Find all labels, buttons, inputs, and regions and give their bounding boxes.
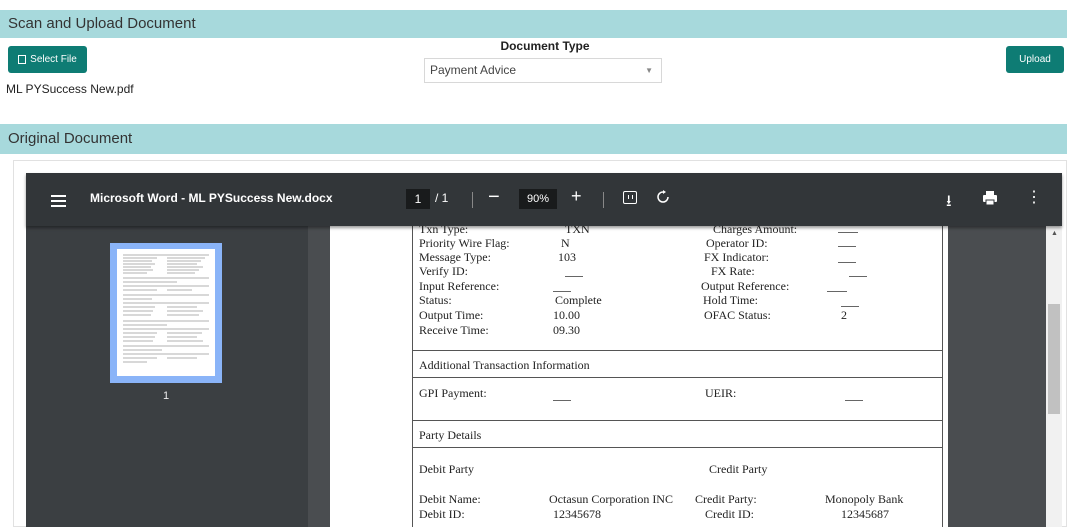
credit-id-label: Credit ID: — [705, 507, 754, 521]
priority-wire-flag-value: N — [561, 236, 570, 250]
upload-label: Upload — [1019, 54, 1051, 65]
input-reference-blank — [553, 291, 571, 292]
zoom-level-input[interactable]: 90% — [519, 189, 557, 209]
output-reference-blank — [827, 291, 847, 292]
party-details-header: Party Details — [419, 428, 482, 442]
viewer-scrollbar[interactable]: ▲ — [1046, 226, 1062, 527]
toolbar-divider — [603, 192, 604, 208]
document-type-select[interactable]: Payment Advice ▼ — [424, 58, 662, 83]
verify-id-label: Verify ID: — [419, 264, 468, 278]
gpi-payment-label: GPI Payment: — [419, 386, 487, 400]
upload-button[interactable]: Upload — [1006, 46, 1064, 73]
credit-party-field-label: Credit Party: — [695, 492, 757, 506]
zoom-in-icon[interactable]: + — [571, 186, 582, 207]
debit-party-header: Debit Party — [419, 462, 474, 476]
status-value: Complete — [555, 293, 602, 307]
receive-time-label: Receive Time: — [419, 323, 489, 337]
receive-time-value: 09.30 — [553, 323, 580, 337]
charges-amount-blank — [838, 232, 858, 233]
fx-rate-label: FX Rate: — [711, 264, 755, 278]
table-divider — [413, 420, 942, 421]
thumbnail-preview — [117, 249, 215, 376]
operator-id-label: Operator ID: — [706, 236, 768, 250]
page-thumbnail[interactable] — [110, 243, 222, 383]
hold-time-blank — [841, 306, 859, 307]
table-divider — [413, 350, 942, 351]
print-icon[interactable] — [982, 190, 998, 206]
fx-indicator-label: FX Indicator: — [704, 250, 769, 264]
thumbnail-sidebar: 1 — [26, 226, 308, 527]
debit-id-label: Debit ID: — [419, 507, 465, 521]
gpi-payment-blank — [553, 400, 571, 401]
credit-party-field-value: Monopoly Bank — [825, 492, 904, 506]
toolbar-divider — [472, 192, 473, 208]
output-time-value: 10.00 — [553, 308, 580, 322]
input-reference-label: Input Reference: — [419, 279, 500, 293]
page-number-input[interactable]: 1 — [406, 189, 430, 209]
select-file-button[interactable]: Select File — [8, 46, 87, 73]
table-divider — [413, 377, 942, 378]
hold-time-label: Hold Time: — [703, 293, 759, 307]
credit-id-value: 12345687 — [841, 507, 889, 521]
section-header-scan-upload: Scan and Upload Document — [0, 10, 1067, 38]
debit-name-value: Octasun Corporation INC — [549, 492, 673, 506]
message-type-value: 103 — [558, 250, 576, 264]
thumbnail-page-label: 1 — [162, 390, 170, 402]
ueir-blank — [845, 400, 863, 401]
ueir-label: UEIR: — [705, 386, 737, 400]
ofac-status-value: 2 — [841, 308, 847, 322]
ofac-status-label: OFAC Status: — [704, 308, 771, 322]
select-file-label: Select File — [30, 54, 77, 65]
selected-file-name: ML PYSuccess New.pdf — [6, 82, 134, 96]
fx-indicator-blank — [838, 262, 856, 263]
verify-id-blank — [565, 276, 583, 277]
output-reference-label: Output Reference: — [701, 279, 790, 293]
additional-transaction-header: Additional Transaction Information — [419, 358, 590, 372]
credit-party-header: Credit Party — [709, 462, 768, 476]
menu-icon[interactable] — [51, 195, 66, 207]
status-label: Status: — [419, 293, 452, 307]
scroll-up-icon[interactable]: ▲ — [1051, 230, 1058, 237]
zoom-out-icon[interactable]: − — [488, 186, 500, 209]
priority-wire-flag-label: Priority Wire Flag: — [419, 236, 510, 250]
debit-name-label: Debit Name: — [419, 492, 481, 506]
section-header-original-document: Original Document — [0, 124, 1067, 154]
fx-rate-blank — [849, 276, 867, 277]
document-type-label: Document Type — [500, 39, 590, 53]
download-icon[interactable]: ⭳ — [946, 190, 952, 217]
transaction-details-table: Txn Type: TXN Charges Amount: Priority W… — [412, 226, 943, 527]
viewer-document-title: Microsoft Word - ML PYSuccess New.docx — [90, 191, 333, 205]
section-title: Scan and Upload Document — [8, 15, 196, 32]
operator-id-blank — [838, 246, 856, 247]
page-total: / 1 — [435, 191, 449, 205]
rotate-icon[interactable] — [656, 190, 670, 204]
scrollbar-thumb[interactable] — [1048, 304, 1060, 414]
file-icon — [18, 55, 27, 64]
section-title: Original Document — [8, 130, 133, 147]
document-page: Txn Type: TXN Charges Amount: Priority W… — [330, 226, 948, 527]
document-type-value: Payment Advice — [430, 63, 517, 77]
more-options-icon[interactable]: ⋮ — [1026, 190, 1042, 206]
table-divider — [413, 447, 942, 448]
output-time-label: Output Time: — [419, 308, 484, 322]
chevron-down-icon: ▼ — [645, 66, 653, 75]
document-view-area[interactable]: Txn Type: TXN Charges Amount: Priority W… — [308, 226, 1046, 527]
pdf-viewer-toolbar: Microsoft Word - ML PYSuccess New.docx 1… — [26, 173, 1062, 226]
debit-id-value: 12345678 — [553, 507, 601, 521]
fit-page-icon[interactable] — [623, 191, 637, 204]
message-type-label: Message Type: — [419, 250, 491, 264]
